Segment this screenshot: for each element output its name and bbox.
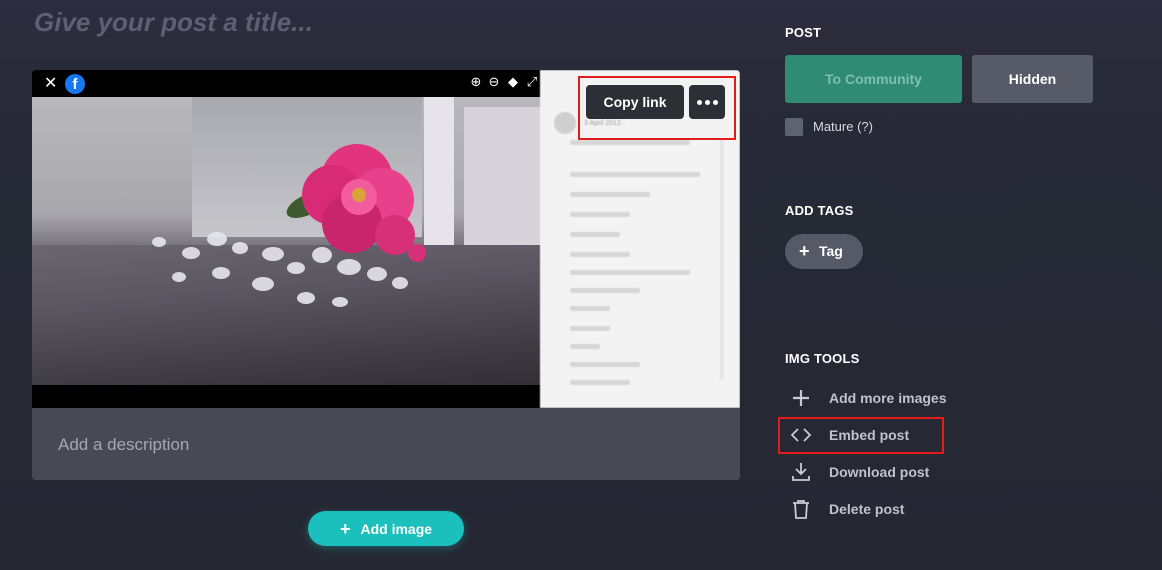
avatar (554, 112, 576, 134)
download-post-button[interactable]: Download post (785, 460, 965, 484)
download-icon (792, 463, 810, 481)
window-frame-right (464, 107, 544, 247)
description-area (32, 408, 740, 480)
plus-icon (793, 390, 809, 406)
close-icon[interactable]: ✕ (44, 74, 57, 92)
add-more-images-button[interactable]: Add more images (785, 386, 965, 410)
post-title-input[interactable] (32, 2, 736, 42)
add-tags-heading: ADD TAGS (785, 203, 854, 218)
expand-icon[interactable]: ⤢ (525, 76, 539, 90)
tool-label: Add more images (829, 390, 947, 406)
zoom-out-icon[interactable]: ⊖ (487, 76, 501, 90)
zoom-in-icon[interactable]: ⊕ (469, 76, 483, 90)
plus-icon: + (339, 519, 351, 539)
post-heading: POST (785, 25, 822, 40)
facebook-icon: f (65, 74, 85, 94)
highlight-box-copy-link (578, 76, 736, 140)
image-card: ✕ f ⊕ ⊖ ◆ ⤢ 3 April 2012 · Copy link Add… (32, 70, 740, 480)
description-input[interactable] (56, 430, 700, 460)
image-viewer: ✕ f ⊕ ⊖ ◆ ⤢ 3 April 2012 · Copy link (32, 70, 740, 408)
add-image-button[interactable]: + Add image (308, 511, 464, 546)
tool-label: Delete post (829, 501, 905, 517)
tag-label: Tag (819, 243, 843, 259)
side-panel-scrollbar[interactable] (720, 140, 724, 380)
tool-label: Download post (829, 464, 930, 480)
img-tools-heading: IMG TOOLS (785, 351, 860, 366)
highlight-box-embed (778, 417, 944, 454)
add-tag-button[interactable]: + Tag (785, 234, 863, 269)
mature-label[interactable]: Mature (?) (813, 119, 873, 134)
pink-flower (286, 144, 426, 262)
delete-post-button[interactable]: Delete post (785, 497, 965, 521)
trash-icon (793, 500, 809, 519)
mature-checkbox[interactable] (785, 118, 803, 136)
to-community-button[interactable]: To Community (785, 55, 962, 103)
add-image-label: Add image (360, 521, 433, 537)
tag-icon[interactable]: ◆ (506, 76, 520, 90)
viewer-toolbar: ✕ f ⊕ ⊖ ◆ ⤢ (32, 70, 544, 97)
plus-icon: + (799, 241, 810, 261)
post-image (32, 97, 544, 385)
hidden-button[interactable]: Hidden (972, 55, 1093, 103)
image-bottom-bar (32, 385, 544, 408)
